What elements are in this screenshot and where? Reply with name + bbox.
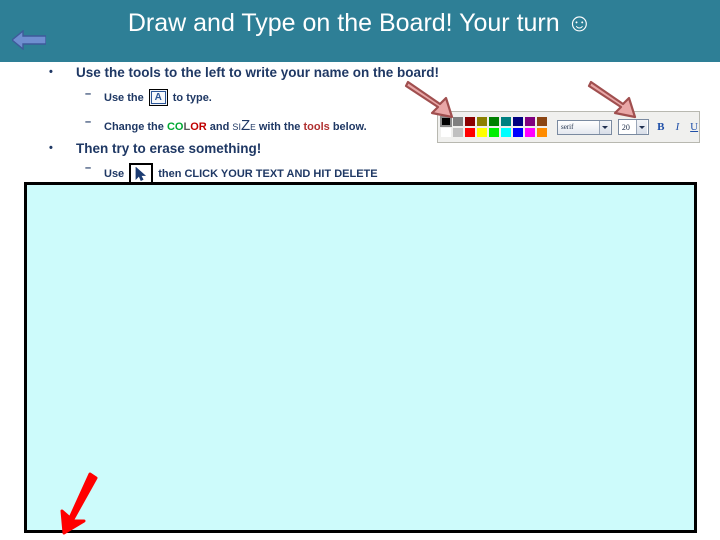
color-swatch[interactable] — [452, 116, 464, 127]
bullet-item-2-label: Then try to erase something! — [76, 141, 262, 156]
size-letter-2: Z — [240, 117, 251, 134]
color-swatch[interactable] — [452, 127, 464, 138]
color-swatch[interactable] — [536, 116, 548, 127]
font-family-value: serif — [561, 123, 574, 131]
sub-bullet-item-2: – Change the COLOR and SIZE with the too… — [85, 116, 367, 134]
chevron-down-icon[interactable] — [635, 120, 647, 134]
italic-button[interactable]: I — [673, 121, 683, 133]
sub2-text-before: Change the — [104, 121, 164, 133]
color-letter-4: R — [198, 121, 207, 133]
bullet-marker: • — [49, 142, 53, 154]
sub2-text-mid: and — [209, 121, 230, 133]
page-title: Draw and Type on the Board! Your turn ☺ — [127, 9, 593, 37]
underline-button[interactable]: U — [689, 121, 699, 133]
color-swatch[interactable] — [464, 116, 476, 127]
bullet-item-1-label: Use the tools to the left to write your … — [76, 65, 440, 80]
sub-bullet-item-1: – Use the A to type. — [85, 88, 212, 106]
text-tool-A-icon[interactable]: A — [148, 89, 168, 106]
drawing-toolbar[interactable]: serif 20 B I U — [437, 111, 700, 143]
sub3-text-before: Use — [104, 167, 125, 180]
bold-button[interactable]: B — [656, 121, 666, 133]
color-swatch[interactable] — [476, 127, 488, 138]
slide-header: Draw and Type on the Board! Your turn ☺ — [0, 0, 720, 62]
color-swatch[interactable] — [512, 127, 524, 138]
color-swatch[interactable] — [488, 127, 500, 138]
sub1-text-after: to type. — [172, 91, 212, 104]
bullet-item-2: • Then try to erase something! — [49, 141, 262, 156]
chevron-down-icon[interactable] — [598, 120, 610, 134]
bullet-item-1: • Use the tools to the left to write you… — [49, 65, 440, 80]
font-size-value: 20 — [621, 122, 630, 132]
mouse-pointer-icon[interactable] — [129, 163, 154, 184]
back-arrow-icon[interactable] — [12, 30, 46, 50]
color-swatch[interactable] — [488, 116, 500, 127]
color-swatch[interactable] — [524, 127, 536, 138]
sub1-text-before: Use the — [104, 91, 144, 104]
color-palette[interactable] — [440, 116, 548, 138]
sub-bullet-marker: – — [85, 116, 92, 128]
whiteboard-canvas[interactable] — [24, 182, 697, 533]
text-tool-A-glyph: A — [150, 91, 166, 104]
sub2-text-after: below. — [332, 121, 367, 133]
sub-bullet-item-3: – Use then CLICK YOUR TEXT AND HIT DELET… — [85, 162, 378, 184]
sub-bullet-marker: – — [85, 88, 92, 100]
color-swatch[interactable] — [536, 127, 548, 138]
color-swatch[interactable] — [512, 116, 524, 127]
color-letter-3: O — [190, 121, 199, 133]
color-swatch[interactable] — [500, 127, 512, 138]
sub-bullet-marker: – — [85, 162, 92, 174]
sub2-text-mid2: with the — [258, 121, 301, 133]
size-word: SIZE — [232, 117, 255, 134]
font-size-select[interactable]: 20 — [617, 119, 649, 135]
color-word: COLOR — [167, 121, 207, 133]
color-swatch[interactable] — [440, 127, 452, 138]
color-letter-0: C — [166, 121, 175, 133]
sub3-text-after: then CLICK YOUR TEXT AND HIT DELETE — [158, 167, 378, 180]
color-swatch[interactable] — [464, 127, 476, 138]
slide-canvas: Draw and Type on the Board! Your turn ☺ … — [0, 0, 720, 540]
color-swatch[interactable] — [500, 116, 512, 127]
bullet-marker: • — [49, 66, 53, 78]
color-swatch[interactable] — [476, 116, 488, 127]
tools-word: tools — [303, 121, 330, 133]
color-swatch[interactable] — [440, 116, 452, 127]
color-swatch[interactable] — [524, 116, 536, 127]
font-family-select[interactable]: serif — [557, 119, 612, 135]
